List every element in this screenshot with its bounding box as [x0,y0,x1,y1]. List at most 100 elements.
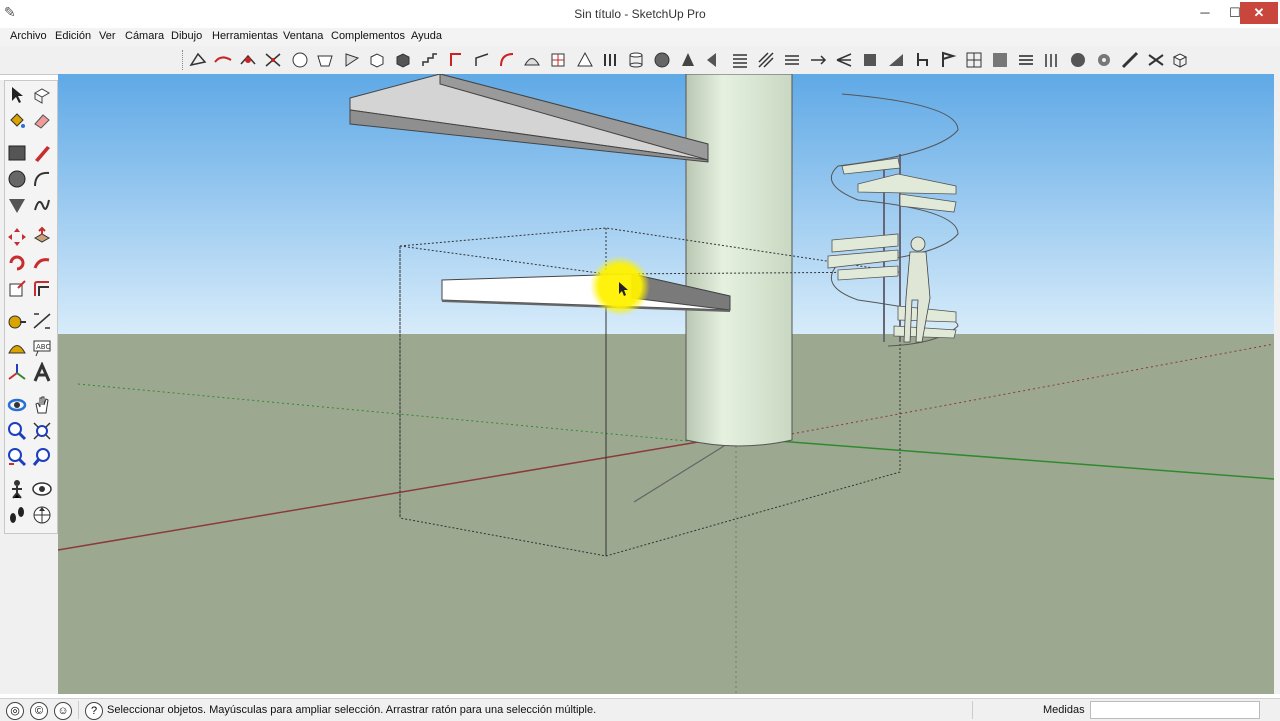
previous-view-icon[interactable] [31,446,53,468]
diagonal-icon[interactable] [1120,50,1140,70]
slant-lines-icon[interactable] [756,50,776,70]
menu-archivo[interactable]: Archivo [10,30,47,42]
layers-icon[interactable] [1016,50,1036,70]
walk-icon[interactable] [6,504,28,526]
menu-herramientas[interactable]: Herramientas [212,30,278,42]
status-divider [972,701,973,719]
stair-icon[interactable] [420,50,440,70]
follow-me-icon[interactable] [31,252,53,274]
hatch-icon[interactable] [990,50,1010,70]
paint-bucket-icon[interactable] [6,110,28,132]
select-arrow-icon[interactable] [6,84,28,106]
column[interactable] [685,74,793,447]
array-icon[interactable] [782,50,802,70]
frame-icon[interactable] [447,50,467,70]
orbit-icon[interactable] [6,394,28,416]
corner-icon[interactable] [472,50,492,70]
sandbox-smoove-icon[interactable] [238,50,258,70]
credits-icon[interactable]: © [30,702,48,720]
half-dome-icon[interactable] [522,50,542,70]
right-edge [1274,74,1280,694]
position-camera-icon[interactable] [6,478,28,500]
status-bar: ◎ © ☺ ? Seleccionar objetos. Mayúsculas … [0,698,1280,721]
arc-icon[interactable] [31,168,53,190]
arc-frame-icon[interactable] [497,50,517,70]
menu-ventana[interactable]: Ventana [283,30,323,42]
section-plane-icon[interactable] [31,504,53,526]
columns-icon[interactable] [600,50,620,70]
menu-edicion[interactable]: Edición [55,30,91,42]
eraser-icon[interactable] [31,110,53,132]
move-icon[interactable] [6,226,28,248]
cube-icon[interactable] [1170,50,1190,70]
weave-icon[interactable] [1146,50,1166,70]
flag-icon[interactable] [938,50,958,70]
freehand-icon[interactable] [31,194,53,216]
3d-scene[interactable] [58,74,1274,694]
globe-icon[interactable] [1068,50,1088,70]
menu-complementos[interactable]: Complementos [331,30,405,42]
tape-measure-icon[interactable] [6,310,28,332]
window-frame-icon[interactable] [548,50,568,70]
cone-icon[interactable] [678,50,698,70]
push-pull-icon[interactable] [31,226,53,248]
scale-icon[interactable] [6,278,28,300]
text-icon[interactable]: ABC [31,336,53,358]
sandbox-flip-icon[interactable] [342,50,362,70]
pan-hand-icon[interactable] [31,394,53,416]
menu-camara[interactable]: Cámara [125,30,164,42]
toolbar-grip[interactable] [182,50,185,70]
menu-ver[interactable]: Ver [99,30,116,42]
model-viewport[interactable] [58,74,1274,694]
minimize-button[interactable]: ─ [1190,2,1220,24]
look-around-icon[interactable] [31,478,53,500]
pyramid-icon[interactable] [575,50,595,70]
geo-location-icon[interactable]: ◎ [6,702,24,720]
top-toolbar [0,46,1280,75]
rectangle-icon[interactable] [6,142,28,164]
measurements-label: Medidas [1043,704,1085,716]
pencil-icon[interactable] [31,142,53,164]
stack-icon[interactable] [730,50,750,70]
menu-dibujo[interactable]: Dibujo [171,30,202,42]
zoom-extents-icon[interactable] [6,446,28,468]
sandbox-scratch-icon[interactable] [213,50,233,70]
cylinder-icon[interactable] [626,50,646,70]
offset-icon[interactable] [31,278,53,300]
make-component-icon[interactable] [31,84,53,106]
polygon-icon[interactable] [6,194,28,216]
sandbox-contours-icon[interactable] [188,50,208,70]
sandbox-drape-icon[interactable] [290,50,310,70]
protractor-icon[interactable] [6,336,28,358]
axes-icon[interactable] [6,362,28,384]
circle-icon[interactable] [6,168,28,190]
zoom-window-icon[interactable] [31,420,53,442]
3d-text-icon[interactable] [31,362,53,384]
ramp-icon[interactable] [886,50,906,70]
help-icon[interactable]: ? [85,702,103,720]
fan-icon[interactable] [834,50,854,70]
grid-icon[interactable] [964,50,984,70]
gear-icon[interactable] [1094,50,1114,70]
measurements-input[interactable] [1090,701,1260,719]
status-divider [78,701,79,719]
fence-icon[interactable] [1042,50,1062,70]
sandbox-stamp-icon[interactable] [263,50,283,70]
arrow-shape-icon[interactable] [704,50,724,70]
dimension-icon[interactable] [31,310,53,332]
box-icon[interactable] [367,50,387,70]
sphere-icon[interactable] [652,50,672,70]
left-toolbar: ABC [0,80,58,694]
menu-ayuda[interactable]: Ayuda [411,30,442,42]
box-stairs-icon[interactable] [860,50,880,70]
close-button[interactable]: ✕ [1240,2,1278,24]
sandbox-detail-icon[interactable] [315,50,335,70]
solid-icon[interactable] [393,50,413,70]
svg-text:ABC: ABC [36,343,50,351]
zoom-icon[interactable] [6,420,28,442]
move-array-icon[interactable] [808,50,828,70]
user-icon[interactable]: ☺ [54,702,72,720]
rotate-icon[interactable] [6,252,28,274]
ground [58,334,1274,694]
chair-icon[interactable] [912,50,932,70]
